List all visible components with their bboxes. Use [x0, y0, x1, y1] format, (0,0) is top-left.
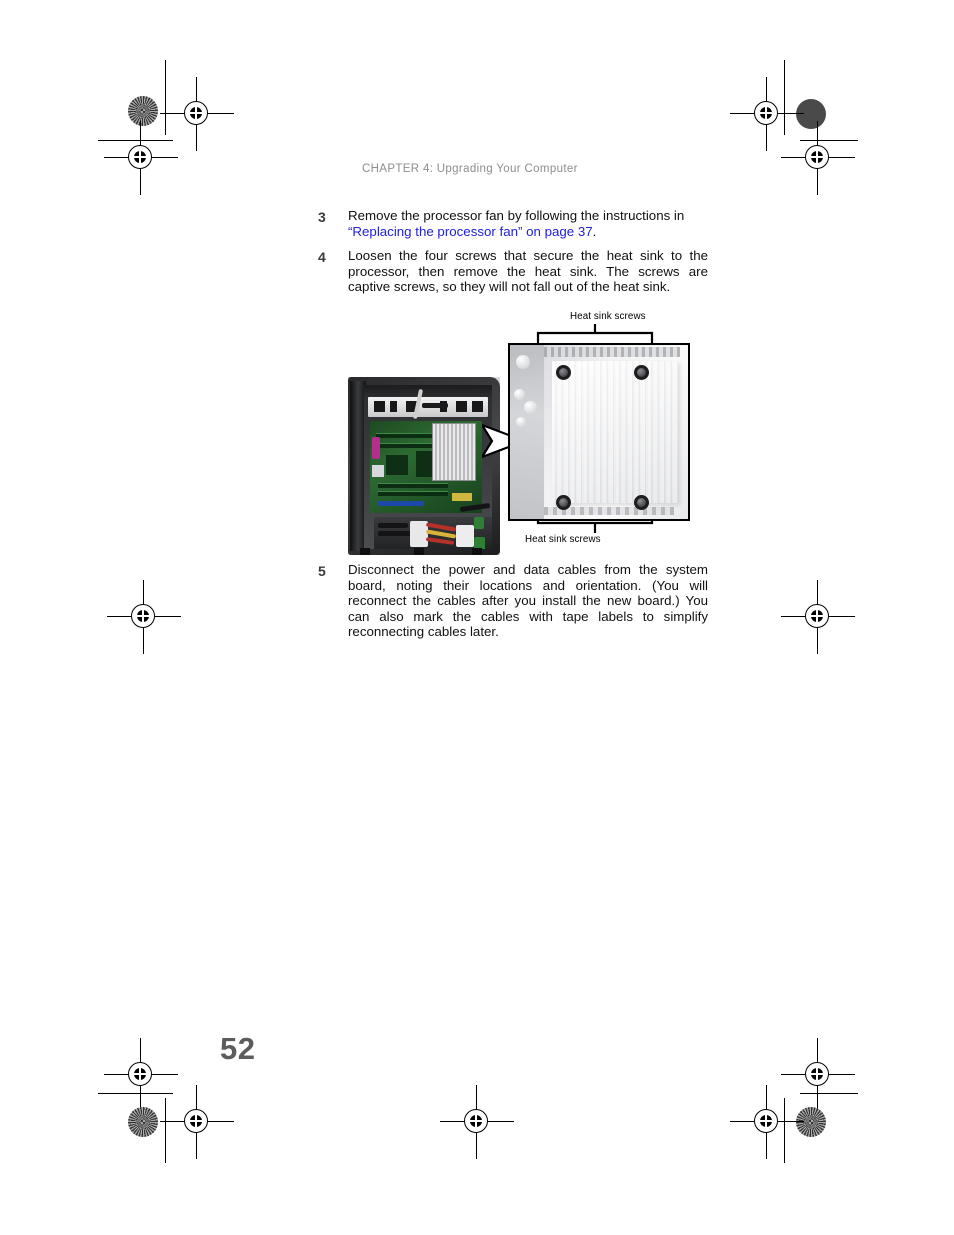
cross-reference-link[interactable]: “Replacing the processor fan” on page 37 [348, 224, 593, 239]
step-text: Remove the processor fan by following th… [348, 208, 708, 239]
computer-chassis-interior-photo [348, 377, 500, 555]
heat-sink-screw-top-right [634, 365, 649, 380]
registration-mark-bottom-right-inner [730, 1085, 804, 1159]
list-item: 3 Remove the processor fan by following … [318, 208, 708, 239]
trim-line-bottom-right-vertical [784, 1098, 785, 1163]
figure-caption-top: Heat sink screws [570, 311, 646, 322]
print-density-dot-bottom-right [796, 1107, 826, 1137]
heat-sink-closeup-photo [508, 343, 690, 521]
step-text: Loosen the four screws that secure the h… [348, 248, 708, 295]
trim-line-top-right-horizontal [800, 140, 858, 141]
registration-mark-top-right-inner [730, 77, 804, 151]
trim-line-bottom-left-vertical [165, 1098, 166, 1163]
step-text-segment: . [592, 223, 597, 239]
heat-sink-screw-top-left [556, 365, 571, 380]
step-text: Disconnect the power and data cables fro… [348, 562, 708, 640]
step-number: 4 [318, 249, 326, 266]
step-number: 5 [318, 563, 326, 579]
trim-line-top-left-vertical [165, 60, 166, 135]
print-density-dot-bottom-left [128, 1107, 158, 1137]
registration-mark-bottom-right-outer [781, 1038, 855, 1112]
registration-mark-bottom-left-inner [160, 1085, 234, 1159]
heat-sink-screw-bottom-left [556, 495, 571, 510]
trim-line-top-left-horizontal [98, 140, 173, 141]
registration-mark-top-right-outer [781, 121, 855, 195]
running-header: CHAPTER 4: Upgrading Your Computer [362, 163, 578, 175]
trim-line-bottom-right-horizontal [800, 1093, 858, 1094]
list-item: 4 Loosen the four screws that secure the… [318, 248, 708, 295]
procedure-step-list: 3 Remove the processor fan by following … [318, 208, 708, 304]
registration-mark-middle-right [781, 580, 855, 654]
step-number: 3 [318, 209, 326, 225]
print-density-dot-top-right [796, 99, 826, 129]
procedure-step-list-continued: 5 Disconnect the power and data cables f… [318, 562, 708, 649]
step-text-segment: Remove the processor fan by following th… [348, 208, 685, 223]
registration-mark-top-left-inner [160, 77, 234, 151]
registration-mark-middle-left [107, 580, 181, 654]
registration-mark-bottom-center [440, 1085, 514, 1159]
page-number: 52 [220, 1031, 256, 1066]
registration-mark-bottom-left-outer [104, 1038, 178, 1112]
figure-caption-bottom: Heat sink screws [525, 534, 601, 545]
registration-mark-top-left-outer [104, 121, 178, 195]
heat-sink-screw-bottom-right [634, 495, 649, 510]
figure-heat-sink-removal: Heat sink screws Heat sink screws [340, 305, 708, 555]
print-density-dot-top-left [128, 96, 158, 126]
list-item: 5 Disconnect the power and data cables f… [318, 562, 708, 640]
trim-line-top-right-vertical [784, 60, 785, 135]
trim-line-bottom-left-horizontal [98, 1093, 173, 1094]
